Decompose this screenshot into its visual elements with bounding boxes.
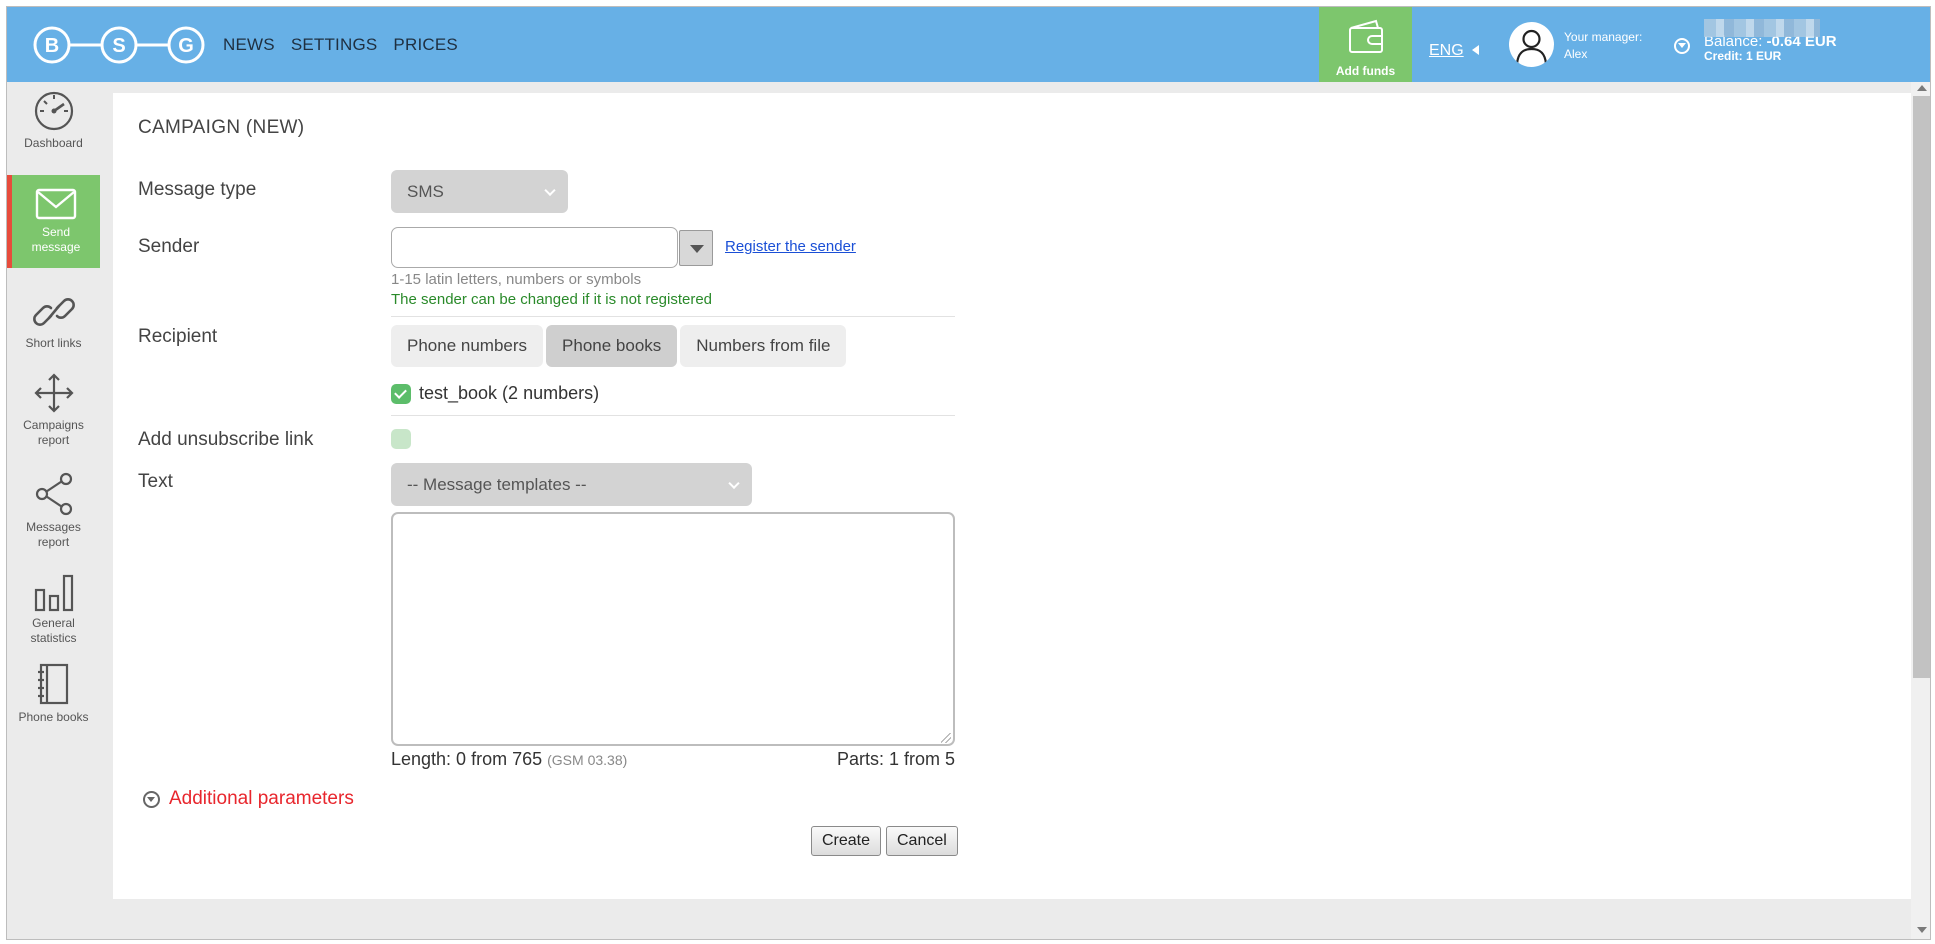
nav-news[interactable]: NEWS — [223, 35, 275, 55]
link-icon — [32, 298, 75, 326]
manager-name: Alex — [1564, 47, 1588, 61]
balance: Balance: -0.64 EUR — [1704, 33, 1837, 50]
envelope-icon — [35, 188, 77, 220]
scroll-down-icon[interactable] — [1917, 927, 1927, 933]
logo-letter-s: S — [112, 35, 125, 57]
divider — [391, 415, 955, 416]
sidebar-item-label: Phone books — [18, 710, 89, 724]
bsg-logo[interactable]: B S G — [31, 24, 207, 66]
divider — [391, 316, 955, 317]
bar-chart-icon — [34, 574, 73, 612]
message-type-label: Message type — [138, 179, 257, 200]
campaign-form-panel: CAMPAIGN (NEW) Message type SMS Sender R… — [113, 93, 1911, 899]
wallet-icon — [1348, 19, 1383, 53]
sidebar: Dashboard Send message Short links Campa… — [7, 82, 100, 939]
unsubscribe-checkbox[interactable] — [391, 429, 411, 449]
nav-settings[interactable]: SETTINGS — [291, 35, 378, 55]
vertical-scrollbar[interactable] — [1911, 82, 1930, 939]
sender-hint: 1-15 latin letters, numbers or symbols — [391, 271, 642, 288]
encoding-label: (GSM 03.38) — [547, 752, 628, 768]
logo-letter-g: G — [178, 35, 194, 57]
message-templates-select[interactable]: -- Message templates -- — [391, 463, 752, 506]
logo-letter-b: B — [45, 35, 59, 57]
speedometer-icon — [34, 91, 73, 131]
chevron-down-icon — [728, 477, 740, 489]
account-info: Balance: -0.64 EUR Credit: 1 EUR — [1704, 13, 1837, 63]
sidebar-item-send-message[interactable]: Send message — [7, 175, 100, 268]
language-selector[interactable]: ENG — [1429, 42, 1464, 60]
sender-dropdown-button[interactable] — [679, 230, 713, 266]
recipient-label: Recipient — [138, 326, 218, 347]
sender-note: The sender can be changed if it is not r… — [391, 291, 713, 308]
parts-counter: Parts: 1 from 5 — [836, 749, 955, 769]
create-button[interactable]: Create — [811, 826, 882, 856]
message-templates-value: -- Message templates -- — [407, 474, 587, 494]
tab-phone-books[interactable]: Phone books — [546, 325, 678, 367]
chevron-down-circle-icon[interactable] — [1674, 38, 1690, 54]
sender-label: Sender — [138, 236, 200, 257]
add-funds-button[interactable]: Add funds — [1319, 7, 1412, 82]
additional-parameters-toggle[interactable]: Additional parameters — [143, 788, 354, 810]
user-icon — [1515, 29, 1548, 65]
add-funds-label: Add funds — [1335, 64, 1396, 78]
manager-label: Your manager: — [1564, 30, 1643, 44]
page-title: CAMPAIGN (NEW) — [138, 117, 305, 138]
register-sender-link[interactable]: Register the sender — [725, 238, 856, 255]
sidebar-item-phone-books[interactable]: Phone books — [7, 662, 100, 732]
notebook-icon — [37, 663, 68, 705]
move-arrows-icon — [33, 373, 74, 413]
sidebar-item-messages-report[interactable]: Messages report — [7, 472, 100, 552]
sidebar-item-dashboard[interactable]: Dashboard — [7, 90, 100, 152]
cancel-button[interactable]: Cancel — [886, 826, 958, 856]
scroll-up-icon[interactable] — [1917, 85, 1927, 91]
scrollbar-thumb[interactable] — [1913, 96, 1930, 678]
manager-info: Your manager: Alex — [1564, 29, 1642, 63]
message-text-area[interactable] — [391, 512, 955, 746]
chevron-down-icon — [544, 184, 556, 196]
phone-book-label: test_book (2 numbers) — [419, 383, 600, 403]
manager-avatar — [1509, 22, 1554, 67]
sidebar-item-short-links[interactable]: Short links — [7, 292, 100, 362]
length-counter: Length: 0 from 765 (GSM 03.38) — [391, 749, 628, 769]
recipient-tabs: Phone numbers Phone books Numbers from f… — [391, 325, 847, 367]
text-label: Text — [138, 471, 173, 492]
nav-prices[interactable]: PRICES — [393, 35, 458, 55]
resize-grip-icon[interactable] — [941, 733, 951, 743]
message-type-value: SMS — [407, 181, 444, 201]
sidebar-item-label: Send message — [31, 225, 81, 254]
unsubscribe-label: Add unsubscribe link — [138, 429, 314, 450]
caret-left-icon[interactable] — [1472, 45, 1479, 55]
sidebar-item-label: Messages report — [26, 520, 81, 549]
top-nav: NEWS SETTINGS PRICES — [223, 7, 458, 82]
sidebar-item-campaigns-report[interactable]: Campaigns report — [7, 372, 100, 452]
app-window: B S G NEWS SETTINGS PRICES Add funds ENG — [6, 6, 1931, 940]
top-bar: B S G NEWS SETTINGS PRICES Add funds ENG — [7, 7, 1930, 82]
sidebar-item-label: General statistics — [30, 616, 77, 645]
redacted-account-id — [1704, 19, 1820, 37]
additional-parameters-label: Additional parameters — [169, 788, 354, 809]
share-icon — [35, 472, 72, 516]
message-type-select[interactable]: SMS — [391, 170, 568, 213]
credit: Credit: 1 EUR — [1704, 49, 1782, 63]
sidebar-item-label: Campaigns report — [23, 418, 84, 447]
sidebar-item-label: Short links — [25, 336, 82, 350]
tab-numbers-from-file[interactable]: Numbers from file — [680, 325, 847, 367]
phone-book-checkbox[interactable] — [391, 384, 411, 404]
chevron-down-circle-icon — [143, 790, 160, 808]
sender-input[interactable] — [391, 227, 678, 268]
tab-phone-numbers[interactable]: Phone numbers — [391, 325, 544, 367]
sidebar-item-label: Dashboard — [24, 136, 83, 150]
sidebar-item-general-statistics[interactable]: General statistics — [7, 572, 100, 652]
